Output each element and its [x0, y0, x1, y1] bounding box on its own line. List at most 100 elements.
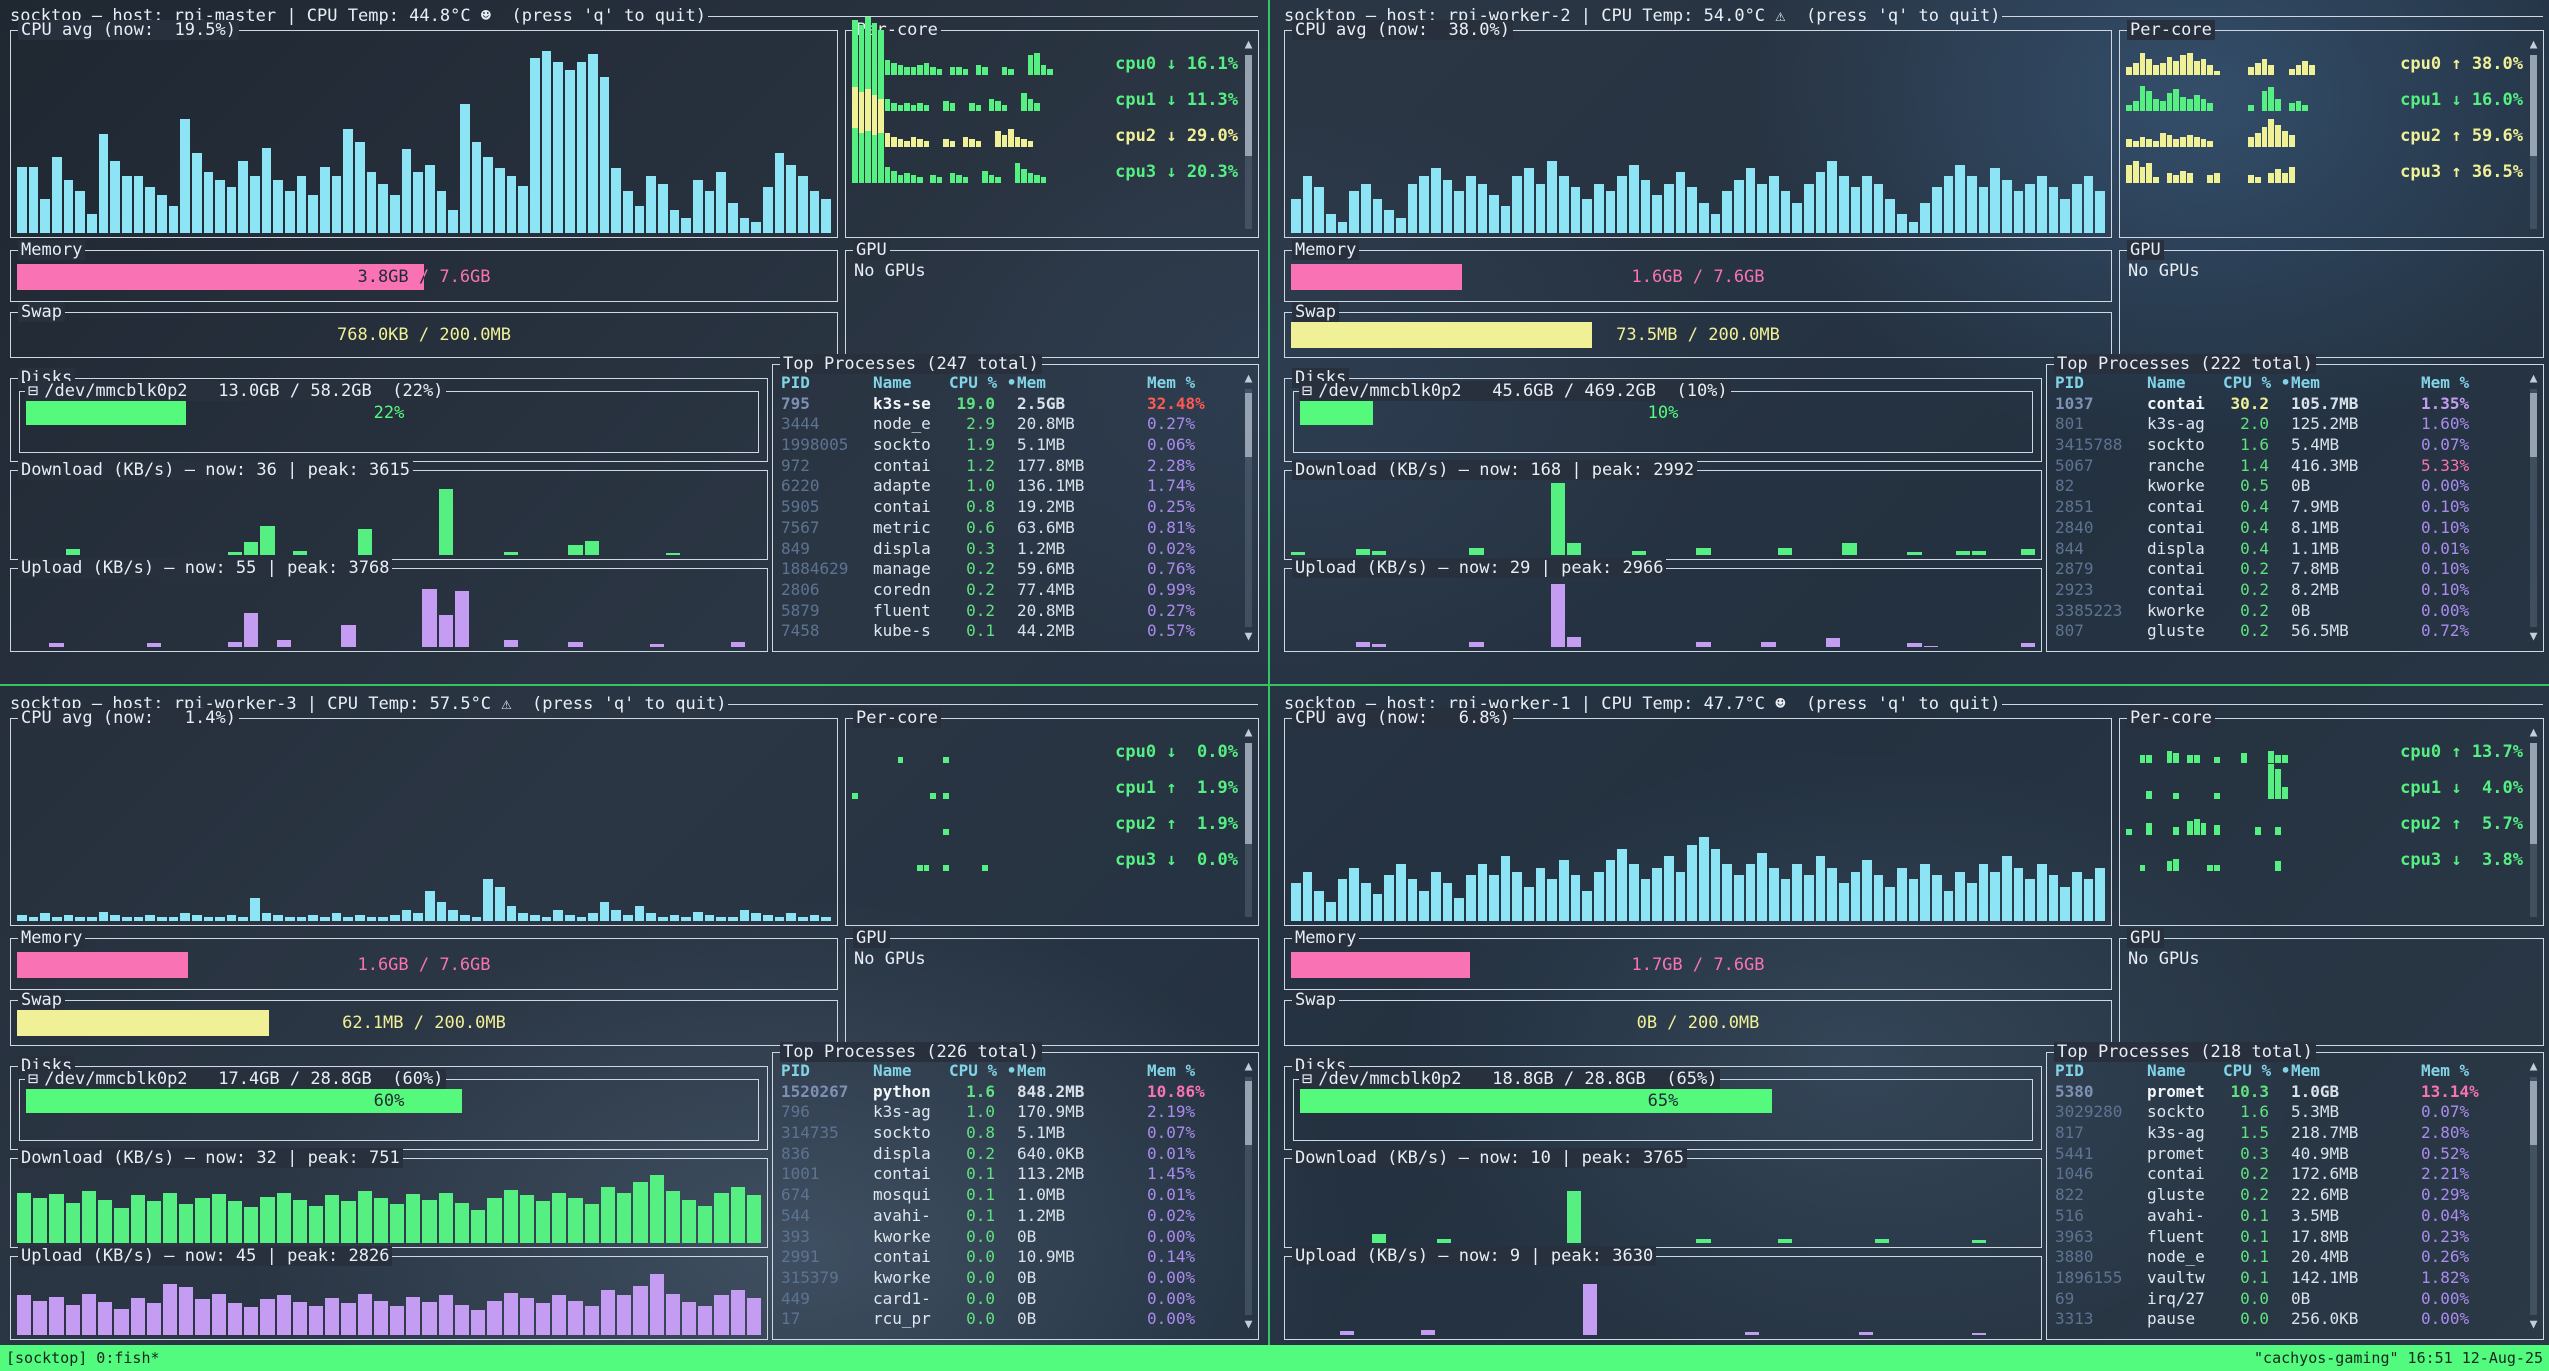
scrollbar-track[interactable]: [1245, 1077, 1252, 1315]
chart-bar: [1408, 184, 1418, 233]
column-header-pid[interactable]: PID: [2055, 1061, 2147, 1082]
tmux-horizontal-divider[interactable]: [0, 684, 2549, 686]
scroll-up-icon[interactable]: ▲: [1242, 37, 1255, 53]
process-row: 3880node_e0.120.4MB0.26%: [2055, 1247, 2521, 1268]
scrollbar-track[interactable]: [2530, 55, 2537, 229]
tmux-session-window[interactable]: [socktop] 0:fish*: [6, 1349, 160, 1367]
chart-bar: [1567, 543, 1581, 555]
per-core-scrollbar[interactable]: ▲: [2527, 725, 2540, 919]
core-row-cpu1: cpu1 ↓ 4.0%: [2126, 763, 2523, 799]
column-header-cpu[interactable]: CPU % •: [2223, 373, 2285, 394]
scroll-up-icon[interactable]: ▲: [2527, 371, 2540, 387]
process-row: 3029280sockto1.65.3MB0.07%: [2055, 1102, 2521, 1123]
memory-gauge-fill: 1.7GB / 7.6GB: [1291, 952, 1470, 978]
scrollbar-track[interactable]: [2530, 1077, 2537, 1315]
scrollbar-thumb[interactable]: [2530, 393, 2537, 457]
chart-bar: [1372, 644, 1386, 647]
spark-bar: [911, 67, 917, 75]
scrollbar-thumb[interactable]: [1245, 743, 1252, 844]
process-scrollbar[interactable]: ▲ ▼: [2527, 1059, 2540, 1333]
column-header-mem[interactable]: Mem: [1011, 373, 1147, 394]
column-header-memp[interactable]: Mem %: [1147, 1061, 1236, 1082]
disk-usage-gauge: 60% 60%: [26, 1089, 752, 1113]
tmux-vertical-divider[interactable]: [1268, 0, 1270, 1345]
column-header-pid[interactable]: PID: [781, 373, 873, 394]
column-header-memp[interactable]: Mem %: [2421, 1061, 2521, 1082]
process-row: 3385223kworke0.20B0.00%: [2055, 601, 2521, 622]
process-mem: 256.0KB: [2285, 1309, 2421, 1330]
process-name: sockto: [2147, 1102, 2223, 1123]
process-mem: 1.2MB: [1011, 539, 1147, 560]
chart-bar: [716, 172, 726, 233]
scrollbar-thumb[interactable]: [2530, 1081, 2537, 1145]
column-header-cpu[interactable]: CPU % •: [949, 373, 1011, 394]
process-mem: 1.0MB: [1011, 1185, 1147, 1206]
chart-bar: [33, 1301, 47, 1335]
process-pid: 449: [781, 1289, 873, 1310]
header-rule: [708, 16, 1258, 17]
process-pid: 6220: [781, 476, 873, 497]
scroll-up-icon[interactable]: ▲: [1242, 1059, 1255, 1075]
scrollbar-track[interactable]: [2530, 389, 2537, 627]
gpu-title: GPU: [2127, 928, 2164, 948]
per-core-panel: Per-core cpu0 ↑ 38.0%cpu1 ↓ 16.0%cpu2 ↑ …: [2119, 30, 2544, 238]
scroll-up-icon[interactable]: ▲: [2527, 37, 2540, 53]
disk-usage-gauge: 22% 22%: [26, 401, 752, 425]
scroll-down-icon[interactable]: ▼: [2527, 1317, 2540, 1333]
memory-gauge: 1.6GB / 7.6GB 1.6GB / 7.6GB: [17, 952, 831, 978]
process-scrollbar[interactable]: ▲ ▼: [2527, 371, 2540, 645]
spark-bar: [898, 175, 904, 183]
column-header-name[interactable]: Name: [873, 1061, 949, 1082]
scroll-up-icon[interactable]: ▲: [1242, 725, 1255, 741]
chart-bar: [568, 545, 582, 555]
column-header-pid[interactable]: PID: [2055, 373, 2147, 394]
scroll-up-icon[interactable]: ▲: [2527, 1059, 2540, 1075]
scroll-up-icon[interactable]: ▲: [1242, 371, 1255, 387]
chart-bar: [82, 1294, 96, 1335]
scrollbar-track[interactable]: [1245, 55, 1252, 229]
scrollbar-track[interactable]: [2530, 743, 2537, 917]
scrollbar-track[interactable]: [1245, 389, 1252, 627]
column-header-name[interactable]: Name: [2147, 1061, 2223, 1082]
column-header-name[interactable]: Name: [2147, 373, 2223, 394]
scroll-down-icon[interactable]: ▼: [1242, 629, 1255, 645]
column-header-memp[interactable]: Mem %: [2421, 373, 2521, 394]
column-header-pid[interactable]: PID: [781, 1061, 873, 1082]
scrollbar-thumb[interactable]: [1245, 1081, 1252, 1145]
scrollbar-thumb[interactable]: [1245, 393, 1252, 457]
spark-bar: [885, 167, 891, 183]
download-chart: [17, 1171, 761, 1243]
socktop-pane-rpi-master[interactable]: socktop — host: rpi-master | CPU Temp: 4…: [0, 0, 1264, 682]
scrollbar-track[interactable]: [1245, 743, 1252, 917]
column-header-cpu[interactable]: CPU % •: [2223, 1061, 2285, 1082]
scrollbar-thumb[interactable]: [2530, 743, 2537, 844]
scrollbar-thumb[interactable]: [2530, 55, 2537, 156]
process-scrollbar[interactable]: ▲ ▼: [1242, 1059, 1255, 1333]
per-core-scrollbar[interactable]: ▲: [1242, 725, 1255, 919]
socktop-pane-rpi-worker-3[interactable]: socktop — host: rpi-worker-3 | CPU Temp:…: [0, 688, 1264, 1345]
socktop-pane-rpi-worker-2[interactable]: socktop — host: rpi-worker-2 | CPU Temp:…: [1274, 0, 2549, 682]
scroll-down-icon[interactable]: ▼: [2527, 629, 2540, 645]
column-header-mem[interactable]: Mem: [2285, 1061, 2421, 1082]
scroll-up-icon[interactable]: ▲: [2527, 725, 2540, 741]
socktop-pane-rpi-worker-1[interactable]: socktop — host: rpi-worker-1 | CPU Temp:…: [1274, 688, 2549, 1345]
chart-bar: [390, 1204, 404, 1243]
process-mem: 5.1MB: [1011, 435, 1147, 456]
per-core-scrollbar[interactable]: ▲: [2527, 37, 2540, 231]
column-header-cpu[interactable]: CPU % •: [949, 1061, 1011, 1082]
spark-bar: [943, 101, 949, 111]
column-header-mem[interactable]: Mem: [2285, 373, 2421, 394]
chart-bar: [87, 917, 97, 921]
chart-bar: [507, 176, 517, 233]
core-label: cpu2 ↑ 1.9%: [1115, 813, 1238, 835]
column-header-memp[interactable]: Mem %: [1147, 373, 1236, 394]
chart-bar: [262, 148, 272, 234]
chart-bar: [1874, 875, 1884, 921]
column-header-mem[interactable]: Mem: [1011, 1061, 1147, 1082]
per-core-scrollbar[interactable]: ▲: [1242, 37, 1255, 231]
process-scrollbar[interactable]: ▲ ▼: [1242, 371, 1255, 645]
chart-bar: [472, 142, 482, 233]
scroll-down-icon[interactable]: ▼: [1242, 1317, 1255, 1333]
column-header-name[interactable]: Name: [873, 373, 949, 394]
scrollbar-thumb[interactable]: [1245, 55, 1252, 156]
